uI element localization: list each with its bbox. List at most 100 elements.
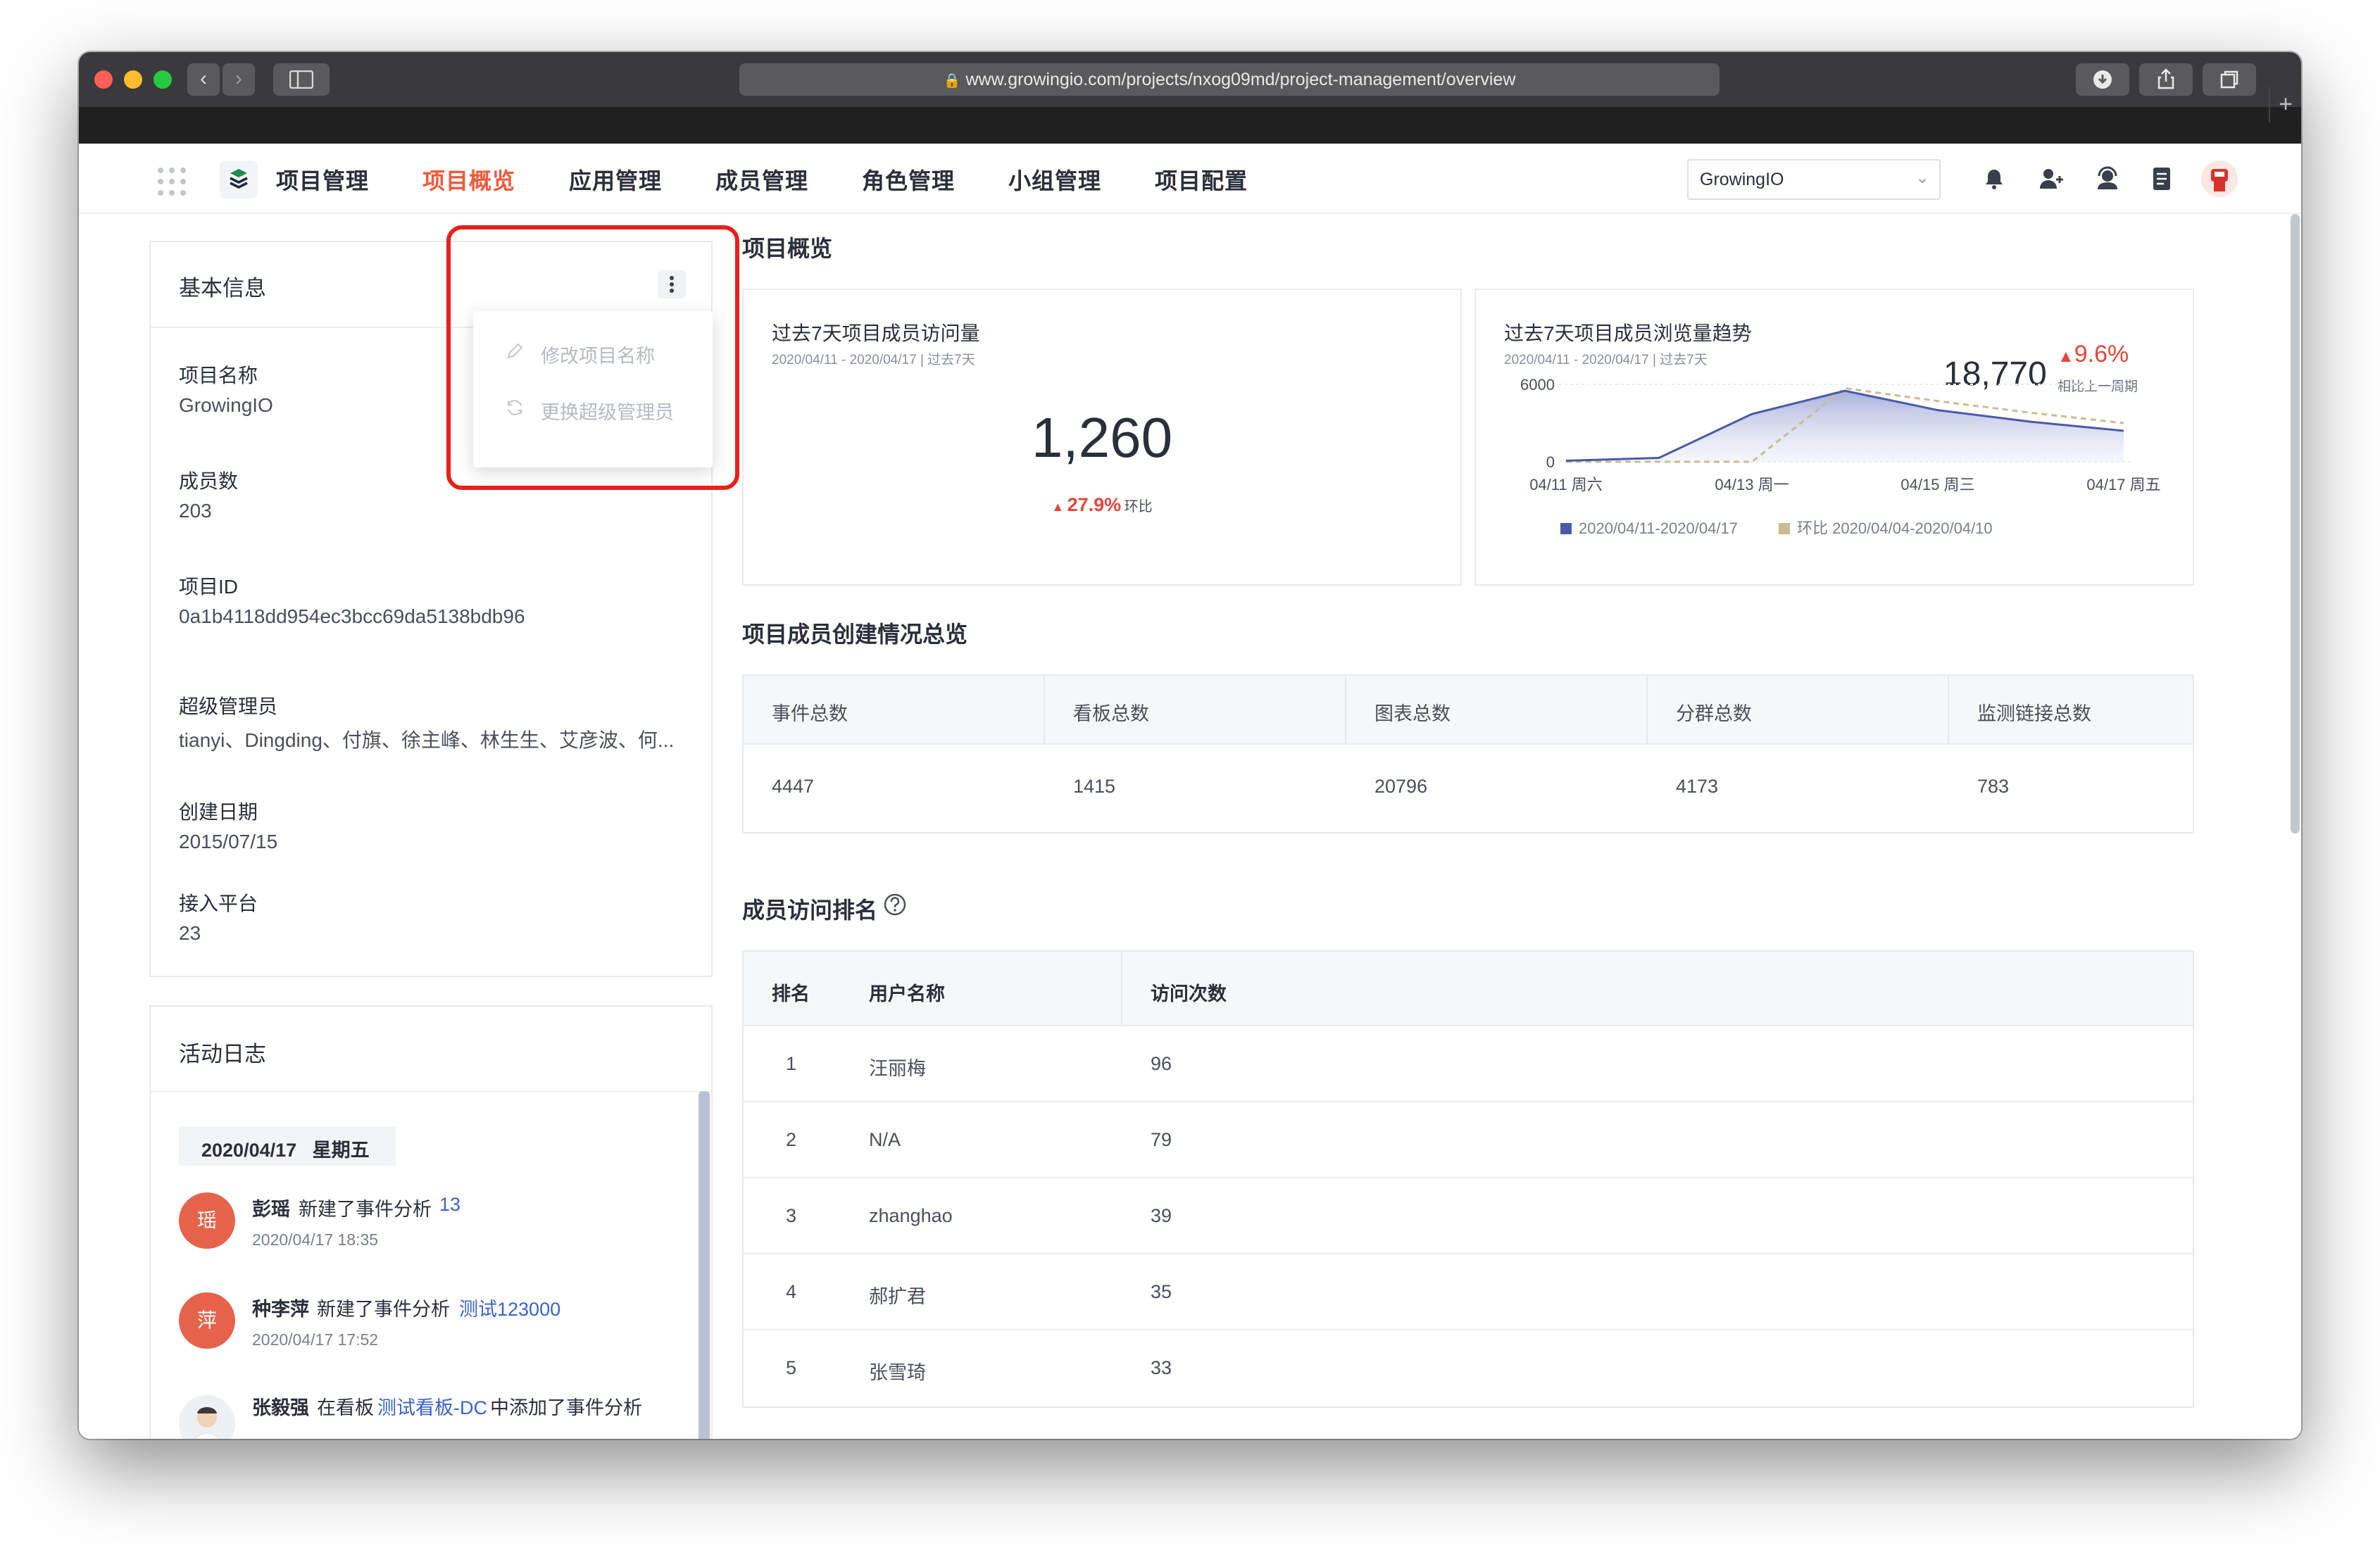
- x-tick-label: 04/17 周五: [2086, 476, 2160, 493]
- project-select-value: GrowingIO: [1700, 170, 1784, 189]
- creation-table-header: [744, 676, 2193, 745]
- table-cell: 20796: [1374, 776, 1428, 797]
- download-icon[interactable]: [2076, 63, 2129, 96]
- new-tab-icon[interactable]: +: [2269, 86, 2301, 122]
- project-logo-icon: [220, 160, 258, 199]
- tab-overview[interactable]: 项目概览: [422, 163, 515, 196]
- user-cell: 郝扩君: [869, 1286, 926, 1307]
- visits-change-label: 环比: [1124, 499, 1153, 515]
- share-icon[interactable]: [2139, 63, 2193, 96]
- y-tick-label: 0: [1546, 453, 1555, 471]
- table-row[interactable]: 5 张雪琦 33: [744, 1330, 2193, 1406]
- page-scrollbar[interactable]: [2291, 214, 2300, 833]
- field-value: tianyi、Dingding、付旗、徐主峰、林生生、艾彦波、何...: [179, 729, 675, 751]
- tab-app-management[interactable]: 应用管理: [569, 163, 662, 196]
- tab-project-settings[interactable]: 项目配置: [1155, 163, 1248, 196]
- visits-subtitle: 2020/04/11 - 2020/04/17 | 过去7天: [772, 353, 975, 367]
- activity-user[interactable]: 彭瑶: [252, 1194, 290, 1221]
- x-tick-label: 04/13 周一: [1715, 476, 1789, 493]
- bell-icon[interactable]: [1981, 166, 2007, 191]
- rank-cell: 5: [786, 1357, 797, 1378]
- lock-icon: 🔒: [943, 73, 961, 89]
- add-user-icon[interactable]: [2038, 166, 2065, 191]
- visits-title: 过去7天项目成员访问量: [772, 322, 980, 344]
- series-area: [1566, 391, 2124, 462]
- activity-user[interactable]: 种李萍: [252, 1294, 309, 1321]
- activity-user[interactable]: 张毅强: [252, 1392, 309, 1420]
- nav-brand-title: 项目管理: [276, 168, 370, 194]
- rank-cell: 1: [786, 1053, 797, 1074]
- address-bar[interactable]: 🔒 www.growingio.com/projects/nxog09md/pr…: [739, 63, 1720, 96]
- tab-member-management[interactable]: 成员管理: [715, 163, 808, 196]
- help-icon[interactable]: [883, 893, 907, 917]
- field-value: 0a1b4118dd954ec3bcc69da5138bdb96: [179, 605, 525, 627]
- field-label: 接入平台: [179, 893, 258, 914]
- forward-icon[interactable]: ›: [223, 63, 255, 96]
- avatar: [179, 1395, 235, 1439]
- avatar: 瑶: [179, 1192, 235, 1249]
- column-header: 监测链接总数: [1977, 703, 2091, 724]
- column-divider: [1121, 952, 1122, 1026]
- table-row[interactable]: 2 N/A 79: [744, 1102, 2193, 1178]
- field-label: 超级管理员: [179, 695, 278, 717]
- field-label: 项目ID: [179, 576, 239, 598]
- app-grid-icon[interactable]: [156, 166, 187, 197]
- column-header: 事件总数: [772, 703, 848, 724]
- rank-cell: 4: [786, 1281, 797, 1302]
- highlight-box: [446, 225, 739, 490]
- table-cell: 4447: [772, 776, 815, 797]
- table-cell: 783: [1977, 776, 2010, 797]
- column-header: 图表总数: [1374, 703, 1451, 724]
- x-tick-label: 04/11 周六: [1529, 476, 1603, 493]
- tabs-overview-icon[interactable]: [2203, 63, 2256, 96]
- chevron-down-icon: ⌄: [1915, 168, 1930, 187]
- column-divider: [1345, 676, 1346, 745]
- activity-log-scrollbar[interactable]: [699, 1091, 710, 1439]
- visits-cell: 35: [1151, 1281, 1172, 1302]
- field-label: 成员数: [179, 470, 239, 492]
- user-support-icon[interactable]: [2094, 166, 2121, 191]
- document-icon[interactable]: [2150, 166, 2173, 191]
- back-icon[interactable]: ‹: [187, 63, 220, 96]
- activity-action: 在看板: [317, 1397, 374, 1418]
- activity-entry: 萍 种李萍 新建了事件分析 测试123000 2020/04/17 17:52: [179, 1292, 686, 1370]
- tab-group-management[interactable]: 小组管理: [1008, 163, 1101, 196]
- activity-link[interactable]: 13: [439, 1194, 461, 1216]
- table-row[interactable]: 3 zhanghao 39: [744, 1178, 2193, 1254]
- project-select[interactable]: GrowingIO ⌄: [1687, 159, 1941, 200]
- visits-change: ▲ 27.9% 环比: [744, 494, 1460, 516]
- avatar[interactable]: [2201, 160, 2238, 197]
- table-row[interactable]: 4 郝扩君 35: [744, 1254, 2193, 1330]
- column-divider: [1646, 676, 1648, 745]
- visits-cell: 96: [1151, 1053, 1172, 1074]
- activity-link[interactable]: 测试看板-DC: [377, 1392, 487, 1420]
- avatar: 萍: [179, 1292, 235, 1349]
- activity-time: 2020/04/17 17:52: [252, 1330, 379, 1349]
- field-value: 23: [179, 922, 201, 944]
- table-row[interactable]: 1 汪丽梅 96: [744, 1026, 2193, 1102]
- tab-role-management[interactable]: 角色管理: [862, 163, 955, 196]
- rank-cell: 3: [786, 1205, 797, 1226]
- column-divider: [1044, 676, 1045, 745]
- column-header: 用户名称: [869, 983, 945, 1004]
- close-window-button[interactable]: [94, 70, 113, 89]
- column-header: 分群总数: [1676, 703, 1752, 724]
- activity-link[interactable]: 测试123000: [459, 1294, 560, 1321]
- field-value: GrowingIO: [179, 394, 273, 416]
- y-tick-label: 6000: [1520, 376, 1555, 393]
- ranking-title: 成员访问排名: [742, 898, 878, 923]
- column-header: 访问次数: [1151, 983, 1227, 1004]
- visits-cell: 39: [1151, 1205, 1172, 1226]
- creation-table: 事件总数 看板总数 图表总数 分群总数 监测链接总数 4447 1415 207…: [742, 674, 2194, 833]
- user-cell: 汪丽梅: [869, 1058, 926, 1079]
- table-cell: 4173: [1676, 776, 1719, 797]
- minimize-window-button[interactable]: [124, 70, 142, 89]
- top-nav: 项目管理 项目概览 应用管理 成员管理 角色管理 小组管理 项目配置 Growi…: [79, 144, 2301, 214]
- zoom-window-button[interactable]: [154, 70, 172, 89]
- field-value: 203: [179, 500, 212, 522]
- browser-toolbar: ‹ › 🔒 www.growingio.com/projects/nxog09m…: [79, 52, 2301, 107]
- sidebar-toggle-icon[interactable]: [273, 63, 330, 96]
- url-text: www.growingio.com/projects/nxog09md/proj…: [965, 70, 1516, 89]
- activity-action: 新建了事件分析: [317, 1299, 450, 1320]
- legend-label: 环比 2020/04/04-2020/04/10: [1797, 519, 1993, 537]
